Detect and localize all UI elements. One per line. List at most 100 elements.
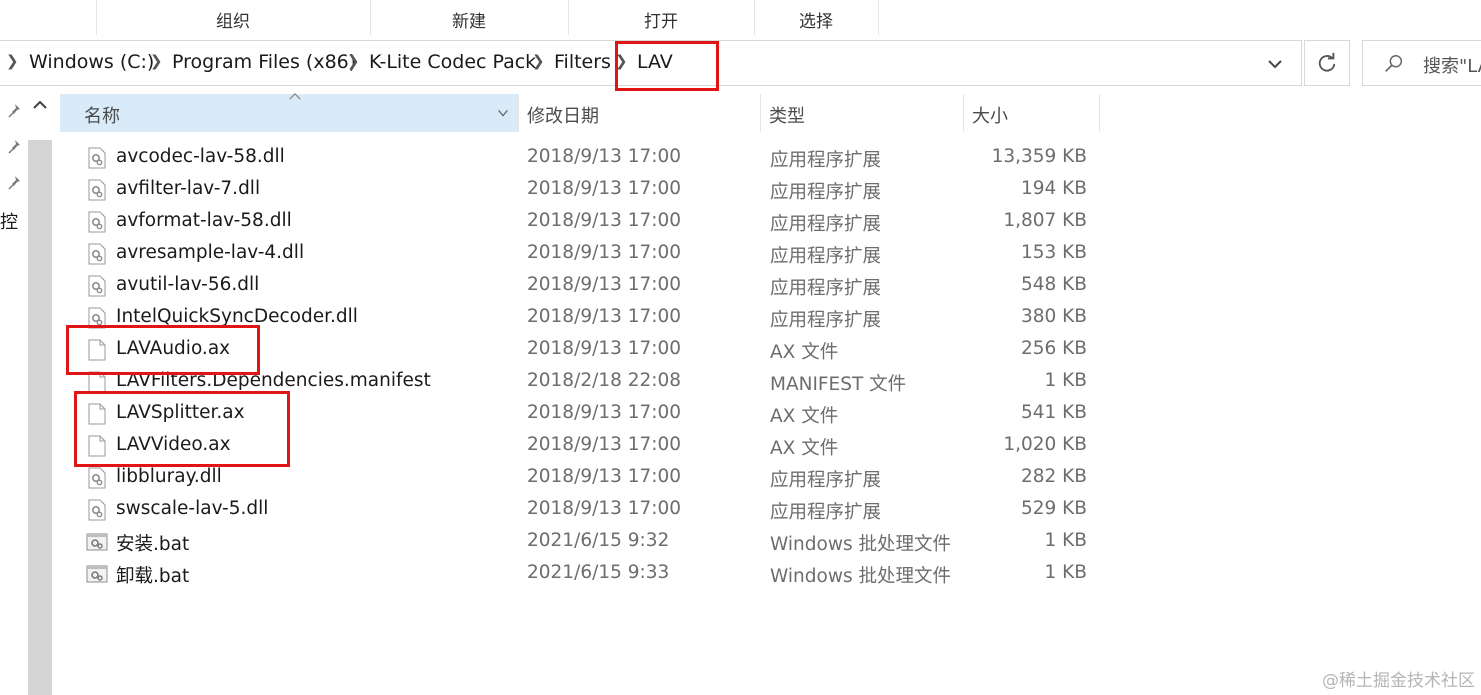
file-size: 153 KB xyxy=(1020,242,1087,263)
file-size: 1,020 KB xyxy=(1003,434,1087,455)
file-row[interactable]: IntelQuickSyncDecoder.dll 2018/9/13 17:00… xyxy=(60,302,1100,334)
chevron-right-icon[interactable]: ❯ xyxy=(615,52,628,70)
chevron-right-icon[interactable]: ❯ xyxy=(532,52,545,70)
file-name[interactable]: IntelQuickSyncDecoder.dll xyxy=(116,306,358,327)
file-row[interactable]: swscale-lav-5.dll 2018/9/13 17:00 应用程序扩展 52… xyxy=(60,494,1100,526)
file-name[interactable]: LAVAudio.ax xyxy=(116,338,230,359)
file-date: 2018/9/13 17:00 xyxy=(527,242,682,263)
file-name[interactable]: avutil-lav-56.dll xyxy=(116,274,259,295)
file-row[interactable]: avutil-lav-56.dll 2018/9/13 17:00 应用程序扩展 54… xyxy=(60,270,1100,302)
file-row[interactable]: 安装.bat 2021/6/15 9:32 Windows 批处理文件 1 KB xyxy=(60,526,1100,558)
file-row[interactable]: avresample-lav-4.dll 2018/9/13 17:00 应用程序扩… xyxy=(60,238,1100,270)
dll-icon xyxy=(88,211,106,233)
file-type: Windows 批处理文件 xyxy=(770,566,951,587)
file-date: 2018/9/13 17:00 xyxy=(527,338,682,359)
refresh-icon xyxy=(1318,52,1336,72)
column-header-size[interactable]: 大小 xyxy=(964,94,1099,132)
breadcrumb-k-lite[interactable]: K-Lite Codec Pack xyxy=(369,51,536,73)
file-row[interactable]: 卸载.bat 2021/6/15 9:33 Windows 批处理文件 1 KB xyxy=(60,558,1100,590)
nav-scrollbar[interactable] xyxy=(28,140,52,695)
file-date: 2018/9/13 17:00 xyxy=(527,146,682,167)
file-name[interactable]: avfilter-lav-7.dll xyxy=(116,178,260,199)
ribbon-group-select[interactable]: 选择 xyxy=(754,7,878,32)
file-icon xyxy=(88,371,106,393)
nav-item-partial[interactable]: 控 xyxy=(0,208,28,234)
breadcrumb-lav[interactable]: LAV xyxy=(637,51,673,73)
chevron-right-icon[interactable]: ❯ xyxy=(347,52,360,70)
file-size: 529 KB xyxy=(1020,498,1087,519)
file-type: 应用程序扩展 xyxy=(770,278,882,299)
dll-icon xyxy=(88,147,106,169)
file-name[interactable]: avcodec-lav-58.dll xyxy=(116,146,285,167)
file-row[interactable]: libbluray.dll 2018/9/13 17:00 应用程序扩展 282 KB xyxy=(60,462,1100,494)
file-row[interactable]: LAVAudio.ax 2018/9/13 17:00 AX 文件 256 KB xyxy=(60,334,1100,366)
file-name[interactable]: avformat-lav-58.dll xyxy=(116,210,292,231)
file-type: 应用程序扩展 xyxy=(770,150,882,171)
file-name[interactable]: swscale-lav-5.dll xyxy=(116,498,268,519)
refresh-button[interactable] xyxy=(1304,40,1350,86)
file-name[interactable]: 卸载.bat xyxy=(116,562,189,588)
file-name[interactable]: LAVVideo.ax xyxy=(116,434,231,455)
pin-icon[interactable] xyxy=(6,102,24,120)
breadcrumb-filters[interactable]: Filters xyxy=(554,51,611,73)
column-header-name[interactable]: 名称 xyxy=(60,92,518,132)
file-size: 1 KB xyxy=(1044,370,1087,391)
file-size: 1 KB xyxy=(1044,530,1087,551)
column-header-date[interactable]: 修改日期 xyxy=(519,94,760,132)
breadcrumb-program-files[interactable]: Program Files (x86) xyxy=(172,51,356,73)
address-row: ❯ Windows (C:) ❯ Program Files (x86) ❯ K… xyxy=(0,40,1481,86)
file-type: AX 文件 xyxy=(770,438,839,459)
file-date: 2018/9/13 17:00 xyxy=(527,178,682,199)
file-icon xyxy=(88,339,106,361)
ribbon-separator xyxy=(878,0,879,35)
file-type: 应用程序扩展 xyxy=(770,214,882,235)
file-type: MANIFEST 文件 xyxy=(770,374,907,395)
file-size: 256 KB xyxy=(1020,338,1087,359)
chevron-right-icon[interactable]: ❯ xyxy=(6,52,19,70)
file-size: 548 KB xyxy=(1020,274,1087,295)
column-header-label: 类型 xyxy=(769,106,805,127)
file-row[interactable]: avcodec-lav-58.dll 2018/9/13 17:00 应用程序扩展 1… xyxy=(60,142,1100,174)
column-divider xyxy=(493,94,494,132)
search-input[interactable]: 搜索"LA xyxy=(1423,52,1481,78)
file-row[interactable]: avformat-lav-58.dll 2018/9/13 17:00 应用程序扩展… xyxy=(60,206,1100,238)
file-row[interactable]: LAVVideo.ax 2018/9/13 17:00 AX 文件 1,020 KB xyxy=(60,430,1100,462)
column-header-type[interactable]: 类型 xyxy=(761,94,963,132)
chevron-up-icon[interactable] xyxy=(30,94,50,116)
search-box[interactable]: 搜索"LA xyxy=(1362,40,1481,86)
dll-icon xyxy=(88,467,106,489)
file-name[interactable]: LAVSplitter.ax xyxy=(116,402,245,423)
file-name[interactable]: libbluray.dll xyxy=(116,466,222,487)
file-date: 2018/2/18 22:08 xyxy=(527,370,682,391)
file-name[interactable]: LAVFilters.Dependencies.manifest xyxy=(116,370,431,391)
chevron-right-icon[interactable]: ❯ xyxy=(150,52,163,70)
file-date: 2021/6/15 9:33 xyxy=(527,562,670,583)
column-header-label: 名称 xyxy=(84,106,120,127)
ribbon-group-organize[interactable]: 组织 xyxy=(96,7,370,32)
ribbon-group-open[interactable]: 打开 xyxy=(568,7,754,32)
file-date: 2018/9/13 17:00 xyxy=(527,210,682,231)
file-name[interactable]: 安装.bat xyxy=(116,530,189,556)
file-size: 1 KB xyxy=(1044,562,1087,583)
chevron-down-icon[interactable] xyxy=(496,106,510,120)
file-row[interactable]: LAVSplitter.ax 2018/9/13 17:00 AX 文件 541 KB xyxy=(60,398,1100,430)
pin-icon[interactable] xyxy=(6,138,24,156)
file-size: 541 KB xyxy=(1020,402,1087,423)
pin-icon[interactable] xyxy=(6,174,24,192)
dll-icon xyxy=(88,307,106,329)
sort-ascending-icon xyxy=(289,92,301,100)
file-row[interactable]: avfilter-lav-7.dll 2018/9/13 17:00 应用程序扩展 1… xyxy=(60,174,1100,206)
ribbon-group-new[interactable]: 新建 xyxy=(370,7,568,32)
file-row[interactable]: LAVFilters.Dependencies.manifest 2018/2/1… xyxy=(60,366,1100,398)
breadcrumb-windows-c[interactable]: Windows (C:) xyxy=(29,51,154,73)
file-type: 应用程序扩展 xyxy=(770,502,882,523)
bat-file-icon xyxy=(86,533,108,551)
search-icon xyxy=(1385,55,1403,72)
file-date: 2018/9/13 17:00 xyxy=(527,434,682,455)
file-type: Windows 批处理文件 xyxy=(770,534,951,555)
file-type: 应用程序扩展 xyxy=(770,182,882,203)
chevron-down-icon[interactable] xyxy=(1264,53,1286,75)
file-size: 380 KB xyxy=(1020,306,1087,327)
address-bar[interactable]: ❯ Windows (C:) ❯ Program Files (x86) ❯ K… xyxy=(0,40,1302,86)
file-name[interactable]: avresample-lav-4.dll xyxy=(116,242,304,263)
